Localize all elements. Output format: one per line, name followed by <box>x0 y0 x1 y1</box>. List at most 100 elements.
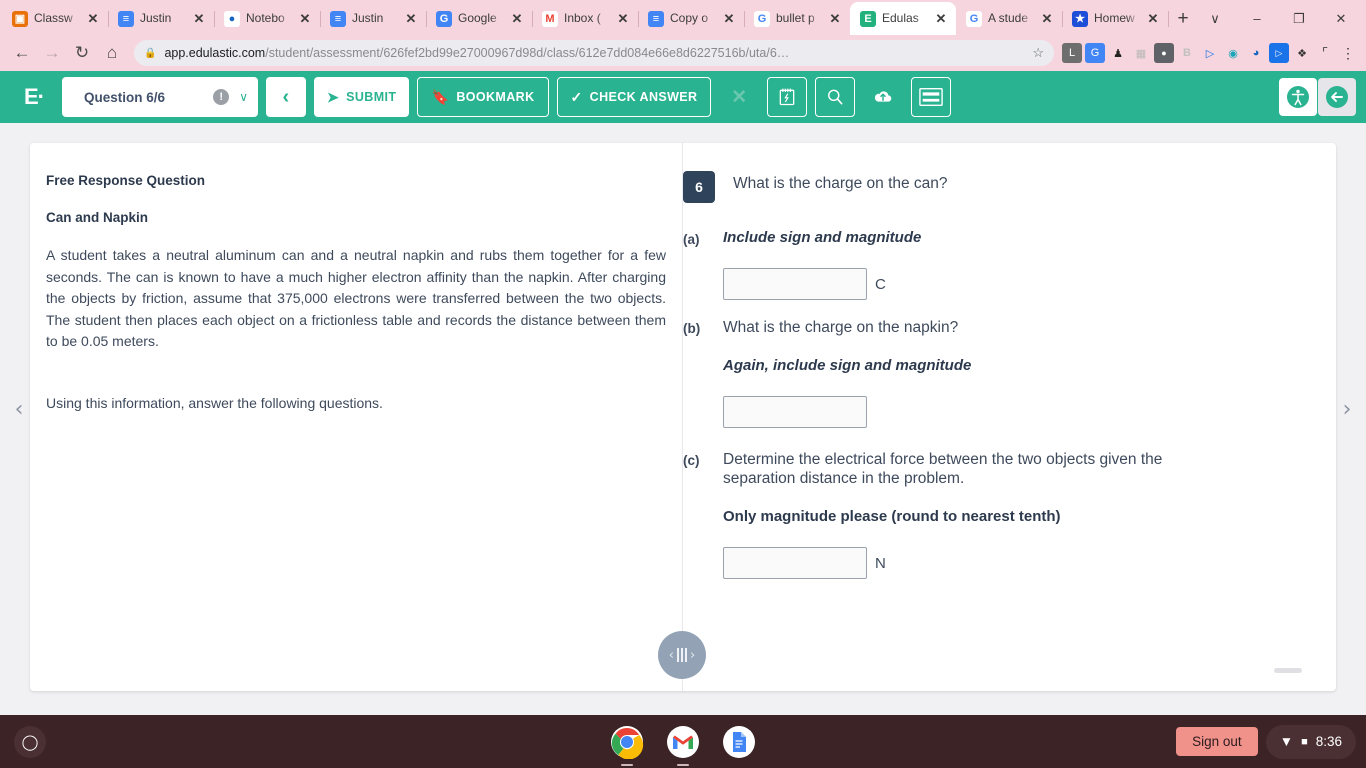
google-docs-app-icon[interactable] <box>722 725 756 759</box>
notebook-icon: ● <box>224 10 240 27</box>
tab-close-icon[interactable]: ✕ <box>1146 12 1160 26</box>
tab-close-icon[interactable]: ✕ <box>86 12 100 26</box>
tab-close-icon[interactable]: ✕ <box>616 12 630 26</box>
question-selector[interactable]: Question 6/6 ! ∨ <box>62 77 258 117</box>
grayed-extension-icon[interactable]: ▦ <box>1131 43 1151 63</box>
new-tab-button[interactable]: + <box>1172 4 1194 32</box>
launcher-circle-icon[interactable]: ◯ <box>14 725 46 758</box>
browser-tab[interactable]: E Edulas ✕ <box>850 2 956 35</box>
submit-button[interactable]: ➤ SUBMIT <box>314 77 410 117</box>
prev-item-arrow[interactable]: ‹ <box>8 399 30 421</box>
browser-tab[interactable]: Gbullet p ✕ <box>744 2 851 35</box>
tab-close-icon[interactable]: ✕ <box>828 12 842 26</box>
sign-out-button[interactable]: Sign out <box>1176 727 1258 756</box>
part-label: (b) <box>683 321 701 336</box>
bitmoji-extension-icon[interactable]: B <box>1177 43 1197 63</box>
tab-title: Inbox ( <box>564 11 601 25</box>
scratchpad-button[interactable] <box>767 77 808 117</box>
question-number-badge: 6 <box>683 171 715 203</box>
shelf-status-area: Sign out ▼ ■ 8:36 <box>1176 724 1356 759</box>
browser-toolbar: ← → ↻ ⌂ 🔒 app.edulastic.com/student/asse… <box>0 35 1366 71</box>
browser-tab[interactable]: ★ Homew ✕ <box>1062 2 1169 35</box>
browser-tab[interactable]: ≡ Justin ✕ <box>108 2 215 35</box>
chevron-down-icon[interactable]: ∨ <box>239 90 248 104</box>
bookmark-star-icon[interactable]: ☆ <box>1032 45 1044 61</box>
next-item-arrow[interactable]: › <box>1336 399 1358 421</box>
address-bar[interactable]: 🔒 app.edulastic.com/student/assessment/6… <box>134 40 1054 66</box>
browser-tab[interactable]: ▣ Classw ✕ <box>2 2 109 35</box>
tab-title: Justin <box>140 11 172 25</box>
stimulus-heading: Free Response Question <box>46 173 206 188</box>
browser-tab[interactable]: M Inbox (✕ <box>532 2 639 35</box>
assessment-toolbar: E· Question 6/6 ! ∨ ‹ ➤ SUBMIT 🔖 BOOKMAR… <box>0 71 1366 123</box>
puzzle-extensions-icon[interactable]: ❖ <box>1292 43 1312 63</box>
exit-assessment-button[interactable] <box>1318 78 1356 116</box>
minimize-button[interactable]: – <box>1236 3 1278 35</box>
stimulus-footer: Using this information, answer the follo… <box>46 394 383 411</box>
browser-tab[interactable]: G Google ✕ <box>426 2 533 35</box>
tab-title: Classw <box>34 11 73 25</box>
lightbulb-extension-icon[interactable]: ● <box>1154 43 1174 63</box>
warning-icon: ! <box>213 89 230 105</box>
menu-lines-button[interactable] <box>911 77 952 117</box>
tab-title: Homew <box>1094 11 1135 25</box>
menu-lines-icon <box>919 88 944 106</box>
blue-play2-extension-icon[interactable]: ▷ <box>1269 43 1289 63</box>
browser-tab[interactable]: ≡ Justin ✕ <box>320 2 427 35</box>
teal-circle-extension-icon[interactable]: ◉ <box>1223 43 1243 63</box>
reload-button[interactable]: ↻ <box>68 39 96 67</box>
bookmark-button[interactable]: 🔖 BOOKMARK <box>417 77 549 117</box>
edulastic-icon: E <box>860 10 876 27</box>
tab-close-icon[interactable]: ✕ <box>934 12 948 26</box>
notebook-extension-icon[interactable]: ◕ <box>1246 43 1266 63</box>
tab-search-button[interactable]: ∨ <box>1194 3 1236 35</box>
google-translate-extension-icon[interactable]: G <box>1085 43 1105 63</box>
maximize-button[interactable]: ❐ <box>1278 3 1320 35</box>
penguin-extension-icon[interactable]: ♟ <box>1108 43 1128 63</box>
close-window-button[interactable]: ✕ <box>1320 3 1362 35</box>
check-answer-button[interactable]: ✓ CHECK ANSWER <box>556 77 712 117</box>
chrome-menu-icon[interactable]: ⋮ <box>1338 43 1358 63</box>
cast-icon[interactable]: ⌜ <box>1315 43 1335 63</box>
accessibility-button[interactable] <box>1279 78 1317 116</box>
browser-tab[interactable]: ● Notebo ✕ <box>214 2 321 35</box>
assessment-stage: ‹ › Free Response Question Can and Napki… <box>0 123 1366 715</box>
tab-close-icon[interactable]: ✕ <box>298 12 312 26</box>
tab-close-icon[interactable]: ✕ <box>192 12 206 26</box>
app-running-dot <box>677 763 689 766</box>
home-button[interactable]: ⌂ <box>98 39 126 67</box>
tab-close-icon[interactable]: ✕ <box>404 12 418 26</box>
accessibility-icon <box>1287 86 1309 108</box>
browser-tab[interactable]: G A stude ✕ <box>956 2 1063 35</box>
answer-input[interactable] <box>723 268 867 300</box>
blue-play-extension-icon[interactable]: ▷ <box>1200 43 1220 63</box>
chrome-app-icon[interactable] <box>610 725 644 766</box>
part-label: (c) <box>683 453 700 468</box>
part-emphasis: Again, include sign and magnitude <box>723 357 972 374</box>
back-button[interactable]: ← <box>8 39 36 67</box>
panel-resize-handle[interactable]: ‹ › <box>658 631 706 679</box>
classroom-icon: ▣ <box>12 10 28 27</box>
tab-close-icon[interactable]: ✕ <box>1040 12 1054 26</box>
browser-tab[interactable]: ≡ Copy o ✕ <box>638 2 745 35</box>
magnify-button[interactable] <box>815 77 856 117</box>
gmail-app-icon[interactable] <box>666 725 700 766</box>
edulastic-app: E· Question 6/6 ! ∨ ‹ ➤ SUBMIT 🔖 BOOKMAR… <box>0 71 1366 715</box>
cloud-upload-button[interactable] <box>863 77 904 117</box>
magnify-icon <box>828 89 843 105</box>
system-tray[interactable]: ▼ ■ 8:36 <box>1265 724 1356 759</box>
edulastic-logo: E· <box>24 84 45 109</box>
tab-close-icon[interactable]: ✕ <box>510 12 524 26</box>
previous-question-button[interactable]: ‹ <box>266 77 306 117</box>
answer-input[interactable] <box>723 396 867 428</box>
bookmark-icon: 🔖 <box>431 88 450 105</box>
tab-close-icon[interactable]: ✕ <box>722 12 736 26</box>
answer-input[interactable] <box>723 547 867 579</box>
forward-button[interactable]: → <box>38 39 66 67</box>
part-prompt: Determine the electrical force between t… <box>723 451 1163 487</box>
lastpass-extension-icon[interactable]: L <box>1062 43 1082 63</box>
answer-row: N <box>723 547 1296 579</box>
part-emphasis: Only magnitude please (round to nearest … <box>723 508 1061 525</box>
scroll-indicator[interactable] <box>1274 668 1302 673</box>
scratchpad-icon <box>780 88 795 106</box>
